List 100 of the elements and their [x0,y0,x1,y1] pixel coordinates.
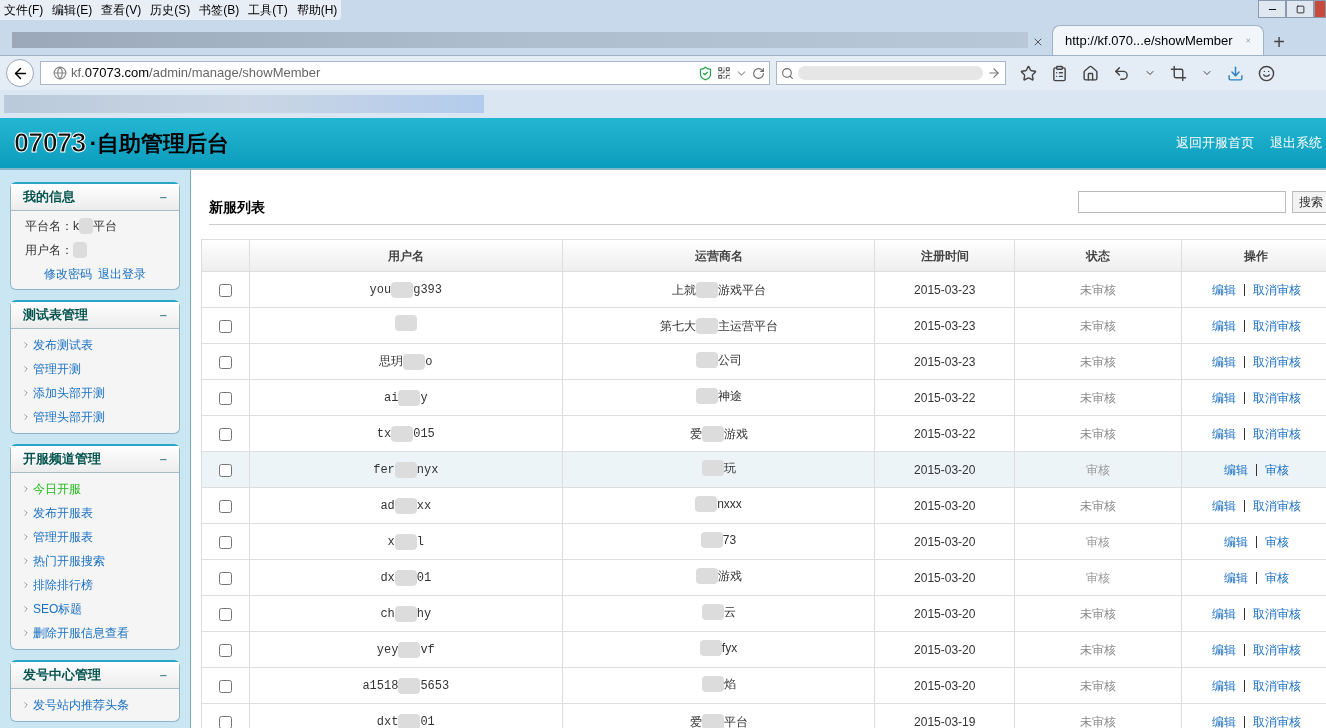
redaction-patch [394,533,417,550]
sidebar-link[interactable]: 发号站内推荐头条 [33,696,129,714]
menu-item[interactable]: 编辑(E) [52,1,93,19]
sidebar-link[interactable]: 删除开服信息查看 [33,624,129,642]
redaction-patch [391,281,414,298]
search-field[interactable] [1078,190,1286,213]
account-link[interactable]: 修改密码 [44,265,92,283]
chevron-icon [21,364,31,374]
action-link[interactable]: 取消审核 [1252,316,1301,335]
header-link[interactable]: 退出系统 [1270,133,1322,153]
row-checkbox[interactable] [218,283,232,297]
smiley-icon [1258,64,1275,82]
redaction-patch [79,218,93,234]
menu-item[interactable]: 查看(V) [101,1,142,19]
row-checkbox[interactable] [218,391,232,405]
new-tab-button[interactable]: + [1264,27,1294,55]
row-checkbox[interactable] [218,463,232,477]
logo: 07073 [14,126,86,160]
collapse-toggle[interactable]: – [159,449,167,469]
status-cell: 未审核 [1014,379,1182,416]
site-title: ·自助管理后台 [89,129,230,158]
menu-item[interactable]: 历史(S) [150,1,191,19]
redaction-patch [403,353,426,370]
menu-item[interactable]: 文件(F) [4,1,44,19]
action-link[interactable]: 编辑 [1211,712,1236,728]
menu-item[interactable]: 帮助(H) [296,1,338,19]
redaction-patch [73,242,87,258]
collapse-toggle[interactable]: – [159,665,167,685]
action-link[interactable]: 编辑 [1211,316,1236,335]
sidebar-link[interactable]: 添加头部开测 [33,384,105,402]
collapse-toggle[interactable]: – [159,305,167,325]
action-link[interactable]: 取消审核 [1252,604,1301,623]
row-checkbox[interactable] [218,355,232,369]
row-checkbox[interactable] [218,571,232,585]
sidebar-link[interactable]: 排除排行榜 [33,576,93,594]
collapse-toggle[interactable]: – [159,187,167,207]
action-link[interactable]: 取消审核 [1252,640,1301,659]
row-checkbox[interactable] [218,679,232,693]
action-link[interactable]: 取消审核 [1252,676,1301,695]
row-checkbox[interactable] [218,427,232,441]
menu-item[interactable]: 工具(T) [248,1,288,19]
crop-icon [1170,64,1187,82]
action-link[interactable]: 取消审核 [1252,352,1301,371]
address-bar[interactable]: kf.07073.com/admin/manage/showMember [40,61,770,85]
action-link[interactable]: 编辑 [1211,424,1236,443]
table-cell-text: 01 [420,713,435,728]
action-link[interactable]: 审核 [1264,460,1289,479]
chevron-icon [21,700,31,710]
table-cell-text: 5653 [420,677,450,695]
action-link[interactable]: 取消审核 [1252,424,1301,443]
sidebar-link[interactable]: 发布测试表 [33,336,93,354]
table-cell: 2015-03-22 [874,415,1015,452]
reload-icon [752,66,765,80]
sidebar-link[interactable]: 热门开服搜索 [33,552,105,570]
row-checkbox[interactable] [218,535,232,549]
action-link[interactable]: 取消审核 [1252,496,1301,515]
action-link[interactable]: 编辑 [1211,280,1236,299]
row-checkbox[interactable] [218,715,232,728]
menu-item[interactable]: 书签(B) [199,1,240,19]
chevron-icon [21,532,31,542]
chevron-icon [21,556,31,566]
action-link[interactable]: 编辑 [1211,388,1236,407]
action-link[interactable]: 编辑 [1211,676,1236,695]
sidebar-link[interactable]: 发布开服表 [33,504,93,522]
action-link[interactable]: 编辑 [1223,460,1248,479]
sidebar-link[interactable]: 管理开测 [33,360,81,378]
redaction-patch [695,351,718,368]
action-link[interactable]: 编辑 [1223,532,1248,551]
sidebar-link[interactable]: 管理头部开测 [33,408,105,426]
row-checkbox[interactable] [218,319,232,333]
account-link[interactable]: 退出登录 [98,265,146,283]
action-link[interactable]: 取消审核 [1252,712,1301,728]
status-cell: 未审核 [1014,307,1182,344]
chevron-icon [21,628,31,638]
search-button[interactable]: 搜索 [1292,190,1326,213]
action-link[interactable]: 编辑 [1211,352,1236,371]
action-link[interactable]: 编辑 [1211,496,1236,515]
action-link[interactable]: 审核 [1264,568,1289,587]
sidebar-link[interactable]: SEO标题 [33,600,83,618]
shield-icon [698,65,713,81]
row-checkbox[interactable] [218,643,232,657]
table-cell-text: l [416,533,424,551]
action-link[interactable]: 取消审核 [1252,280,1301,299]
table-cell: 2015-03-23 [874,271,1015,308]
action-link[interactable]: 编辑 [1211,640,1236,659]
table-cell-text: fer [373,461,395,479]
back-button[interactable] [6,59,34,87]
status-cell: 未审核 [1014,595,1182,632]
action-link[interactable]: 取消审核 [1252,388,1301,407]
row-checkbox[interactable] [218,607,232,621]
sidebar-link[interactable]: 管理开服表 [33,528,93,546]
minimize-button[interactable] [1258,0,1286,18]
browser-tab[interactable]: http://kf.070...e/showMember [1052,25,1264,55]
maximize-button[interactable] [1286,0,1314,18]
header-link[interactable]: 返回开服首页 [1176,133,1254,153]
table-cell: 2015-03-20 [874,523,1015,560]
row-checkbox[interactable] [218,499,232,513]
action-link[interactable]: 编辑 [1211,604,1236,623]
action-link[interactable]: 编辑 [1223,568,1248,587]
action-link[interactable]: 审核 [1264,532,1289,551]
